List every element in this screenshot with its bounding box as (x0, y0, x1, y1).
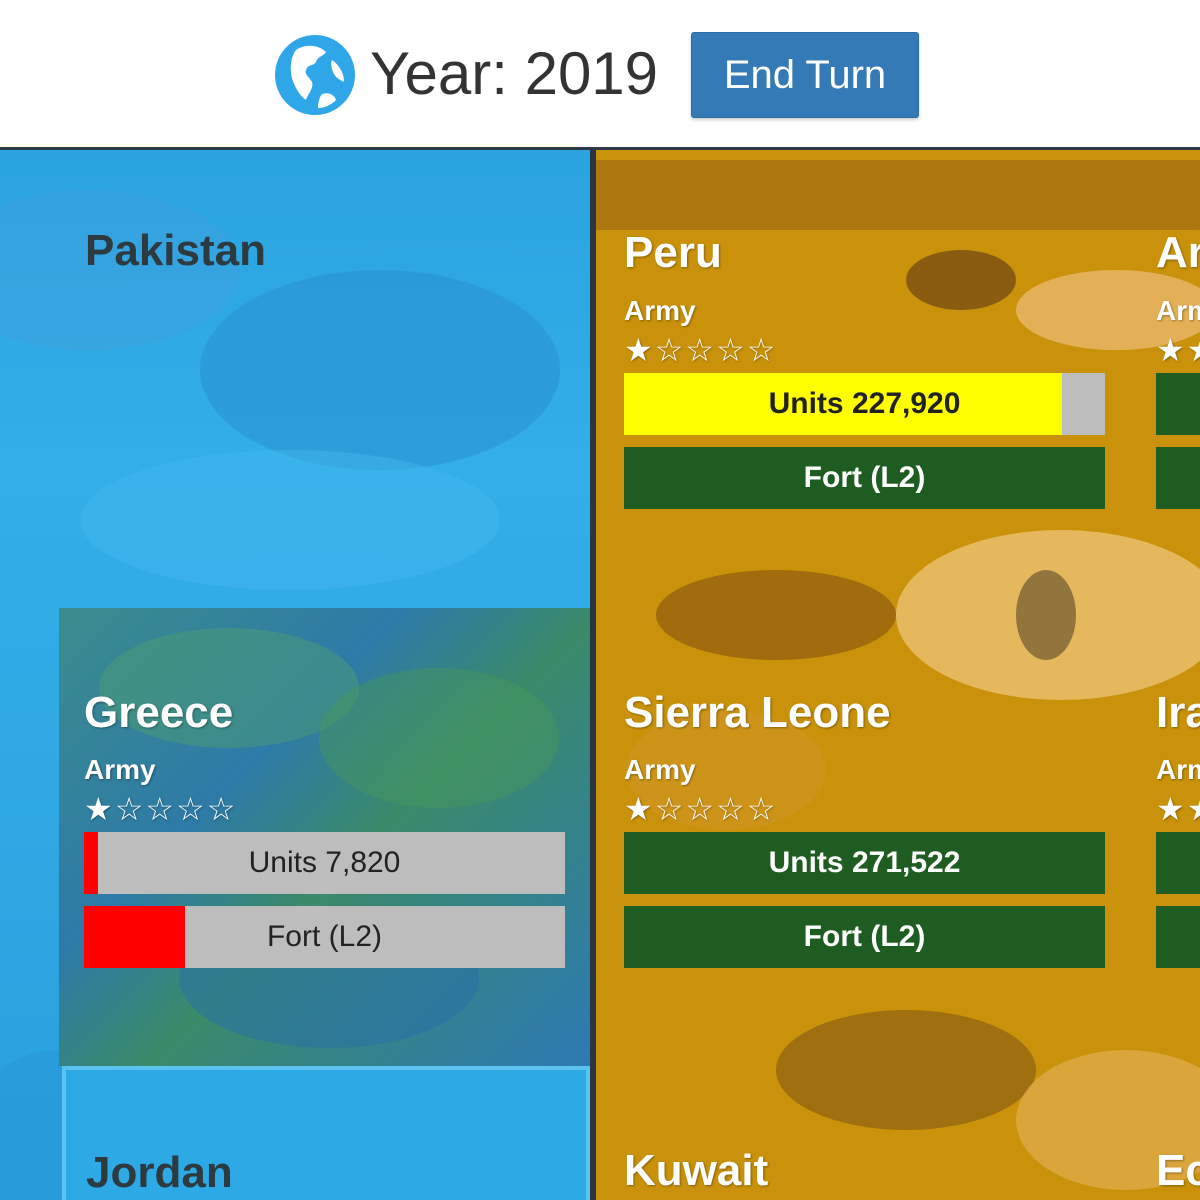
fort-bar: Fort (L2) (84, 906, 565, 968)
territory-partial-bottom[interactable]: Ec (1156, 1066, 1200, 1200)
army-rating-stars: ★★ (1156, 332, 1200, 368)
units-label: Units 7,820 (248, 846, 401, 879)
territory-name: Ira (1156, 688, 1200, 737)
fort-bar: Fort (L2) (624, 447, 1105, 509)
units-label: Units 271,522 (768, 846, 961, 879)
territory-kuwait[interactable]: Kuwait (596, 1066, 1136, 1200)
fort-bar (1156, 906, 1200, 968)
territory-name: Ar (1156, 228, 1200, 277)
army-label: Army (84, 754, 156, 785)
army-rating-stars: ★★ (1156, 791, 1200, 827)
territory-name: Peru (624, 228, 722, 277)
fort-bar (1156, 447, 1200, 509)
game-header: Year: 2019 End Turn (0, 0, 1200, 150)
territory-partial-mid[interactable]: Ira Arm ★★ (1156, 608, 1200, 1066)
globe-icon (275, 35, 355, 115)
territory-name: Pakistan (85, 226, 266, 275)
units-bar (1156, 832, 1200, 894)
territory-partial-top[interactable]: Ar Arm ★★ (1156, 150, 1200, 608)
territory-name: Kuwait (624, 1146, 769, 1195)
army-label: Army (624, 295, 696, 326)
fort-label: Fort (L2) (803, 461, 926, 494)
territory-name: Ec (1156, 1146, 1200, 1195)
army-rating-stars: ★☆☆☆☆ (84, 791, 238, 827)
army-label: Army (624, 754, 696, 785)
units-bar: Units 271,522 (624, 832, 1105, 894)
army-rating-stars: ★☆☆☆☆ (624, 332, 778, 368)
army-label: Arm (1156, 295, 1200, 326)
units-bar: Units 227,920 (624, 373, 1105, 435)
territory-pakistan[interactable]: Pakistan (0, 150, 590, 608)
end-turn-button[interactable]: End Turn (691, 32, 919, 118)
fort-bar: Fort (L2) (624, 906, 1105, 968)
year-display: Year: 2019 (370, 40, 659, 107)
territory-name: Greece (84, 688, 234, 737)
fort-label: Fort (L2) (803, 920, 926, 953)
units-bar (1156, 373, 1200, 435)
fort-label: Fort (L2) (266, 920, 383, 953)
units-label: Units 227,920 (768, 387, 961, 420)
territory-name: Jordan (86, 1148, 233, 1197)
army-rating-stars: ★☆☆☆☆ (624, 791, 778, 827)
enemy-region-panel: Peru Army ★☆☆☆☆ Units 227,920 Fort (L2) … (596, 150, 1200, 1200)
territory-name: Sierra Leone (624, 688, 891, 737)
territory-jordan[interactable]: Jordan (62, 1066, 590, 1200)
army-label: Arm (1156, 754, 1200, 785)
player-region-panel: Pakistan Greece Army ★☆☆☆☆ Units 7,820 F… (0, 150, 590, 1200)
units-bar: Units 7,820 (84, 832, 565, 894)
